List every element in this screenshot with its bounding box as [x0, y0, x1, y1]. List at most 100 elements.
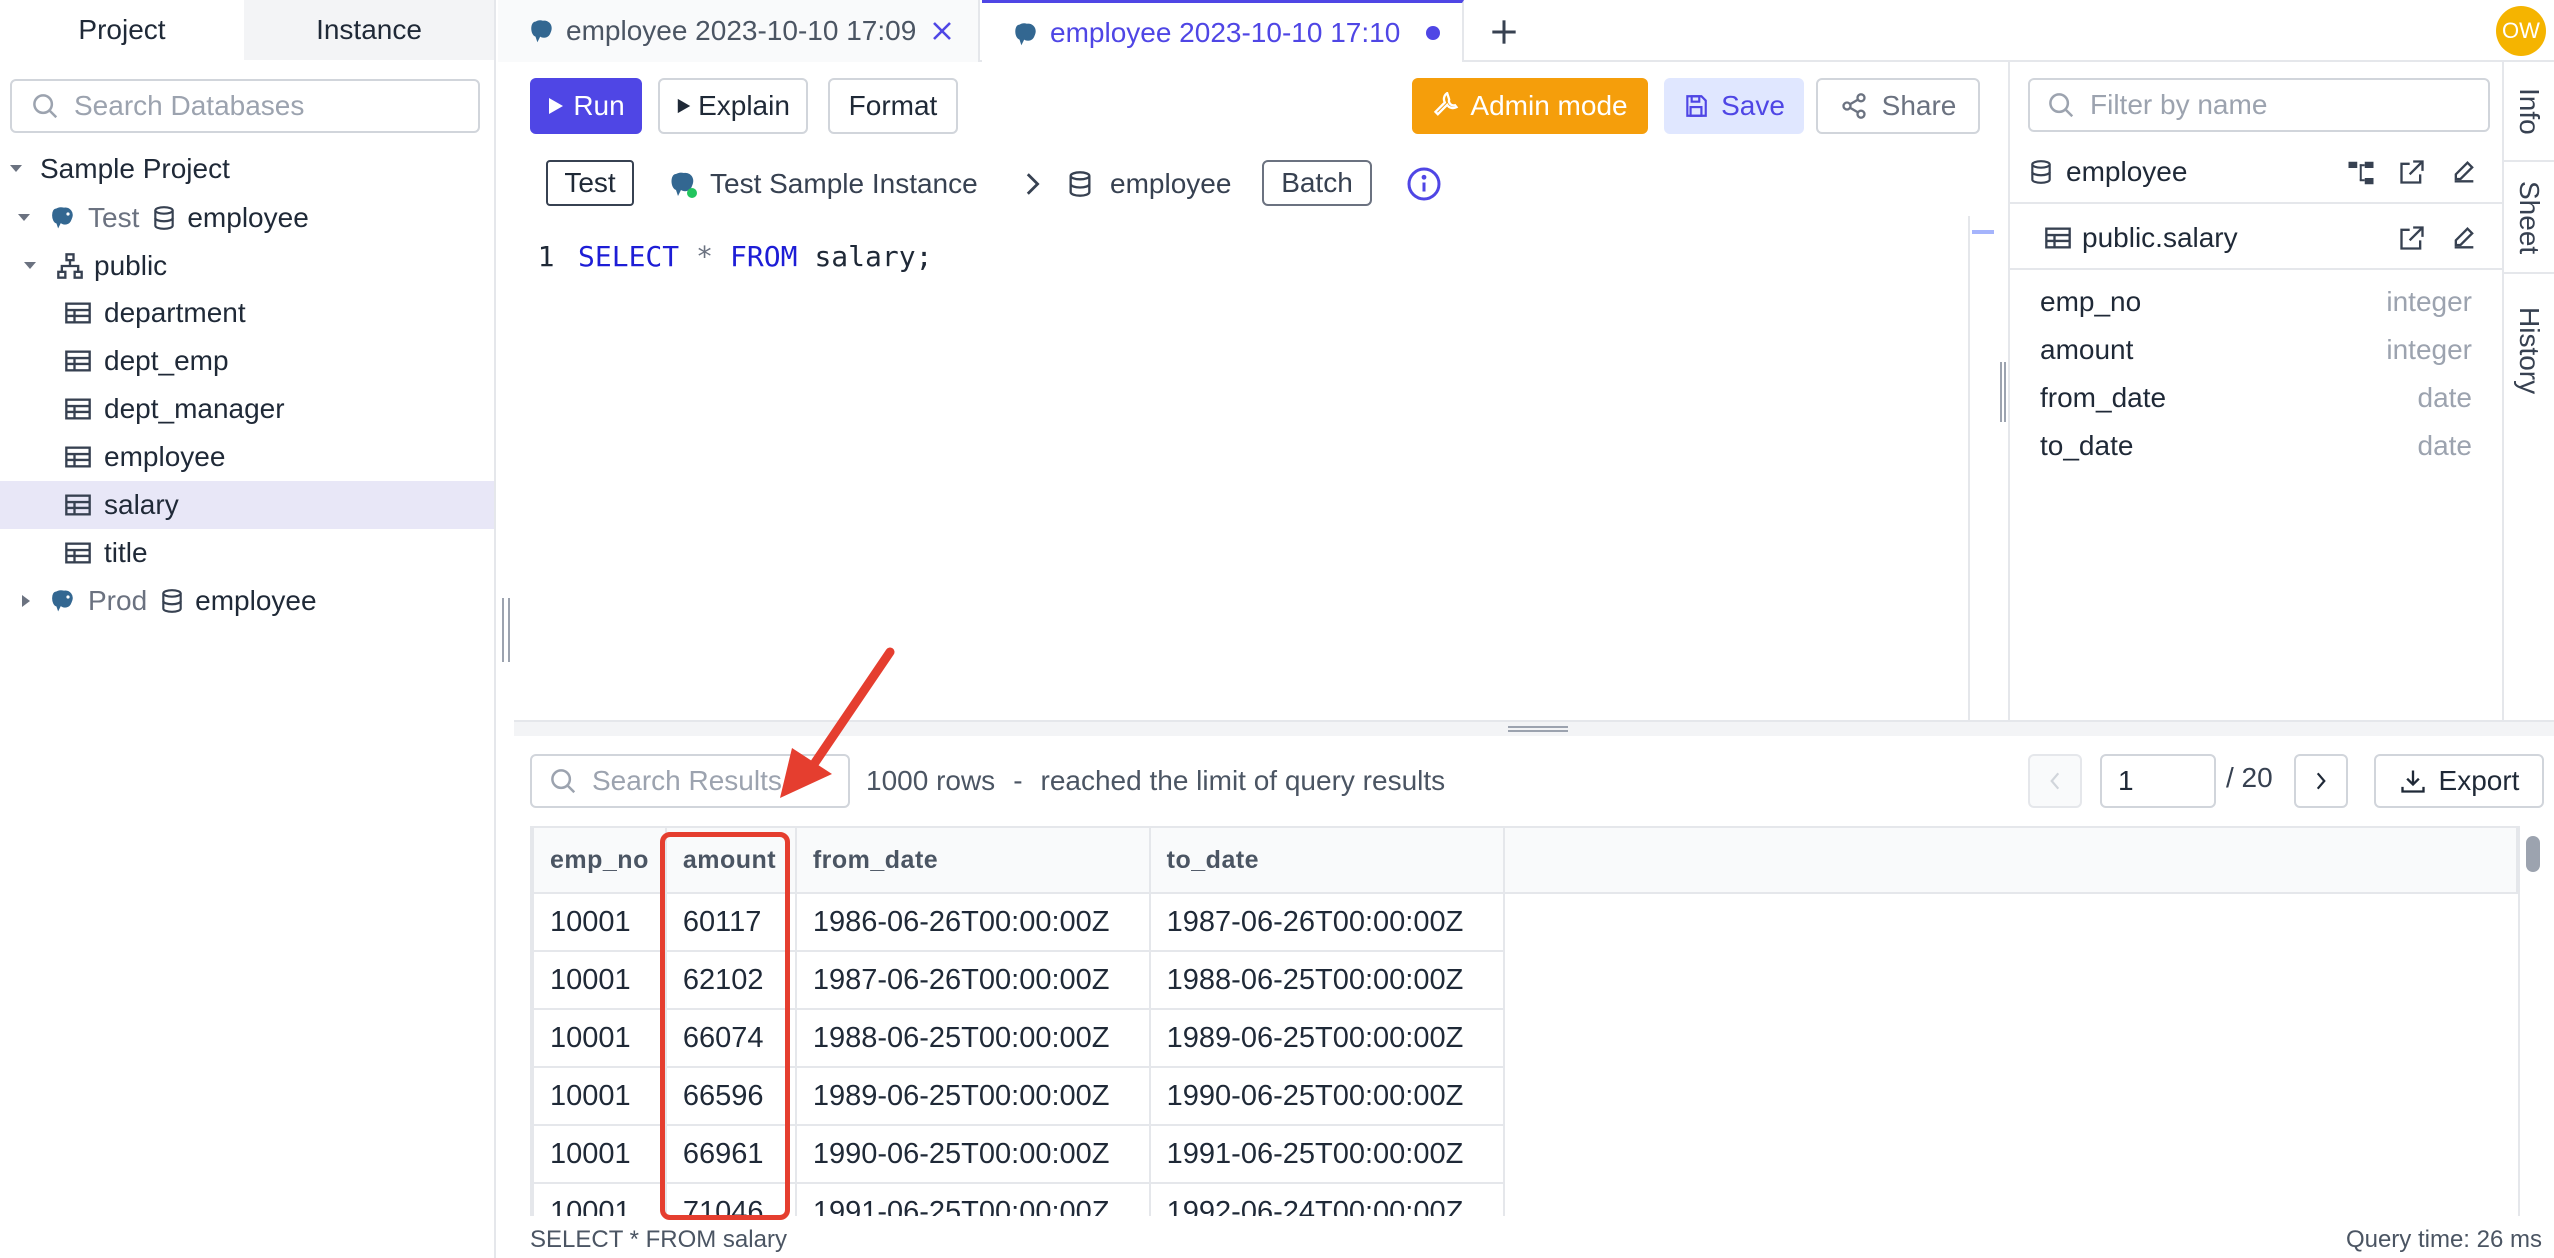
postgres-icon [668, 168, 700, 200]
format-button[interactable]: Format [828, 78, 958, 134]
tree-table-dept-emp[interactable]: dept_emp [0, 337, 494, 385]
table-cell[interactable]: 1989-06-25T00:00:00Z [1148, 1008, 1505, 1068]
database-breadcrumb[interactable]: employee [1066, 164, 1231, 204]
caret-right-icon[interactable] [18, 593, 40, 609]
table-row[interactable]: 10001 71046 1991-06-25T00:00:00Z 1992-06-24… [532, 1182, 2517, 1216]
table-cell[interactable]: 1989-06-25T00:00:00Z [794, 1066, 1151, 1126]
right-panel-resize-handle[interactable] [2000, 362, 2006, 422]
table-cell[interactable]: 60117 [664, 892, 797, 952]
tree-table-employee[interactable]: employee [0, 433, 494, 481]
query-tab-bar: employee 2023-10-10 17:09 employee 2023-… [498, 0, 2554, 62]
editor-line-1[interactable]: 1 SELECT * FROM salary; [514, 236, 933, 276]
schema-column-row[interactable]: emp_no integer [2040, 278, 2472, 326]
table-cell[interactable]: 1991-06-25T00:00:00Z [794, 1182, 1151, 1216]
prev-page-button[interactable] [2028, 754, 2082, 808]
batch-button[interactable]: Batch [1262, 160, 1372, 206]
caret-down-icon[interactable] [8, 161, 30, 177]
table-row[interactable]: 10001 62102 1987-06-26T00:00:00Z 1988-06-25… [532, 950, 2517, 1010]
new-tab-button[interactable] [1484, 12, 1524, 52]
run-button[interactable]: Run [530, 78, 642, 134]
side-tab-history[interactable]: History [2504, 276, 2554, 426]
table-cell[interactable]: 1986-06-26T00:00:00Z [794, 892, 1151, 952]
table-cell[interactable]: 1987-06-26T00:00:00Z [794, 950, 1151, 1010]
sidebar-resize-handle[interactable] [502, 598, 510, 662]
column-header-amount[interactable]: amount [664, 826, 797, 894]
next-page-button[interactable] [2294, 754, 2348, 808]
open-external-icon[interactable] [2398, 224, 2426, 252]
table-cell[interactable]: 10001 [532, 1182, 667, 1216]
search-databases-input[interactable] [74, 90, 454, 122]
schema-column-row[interactable]: amount integer [2040, 326, 2472, 374]
caret-down-icon[interactable] [22, 258, 44, 274]
table-cell[interactable]: 10001 [532, 1066, 667, 1126]
close-tab-icon[interactable] [930, 19, 954, 43]
page-number-input[interactable]: 1 [2100, 754, 2216, 808]
postgres-icon [48, 585, 80, 617]
table-row[interactable]: 10001 66961 1990-06-25T00:00:00Z 1991-06-25… [532, 1124, 2517, 1184]
table-cell[interactable]: 10001 [532, 1008, 667, 1068]
tree-project[interactable]: Sample Project [0, 145, 494, 193]
table-cell[interactable]: 66074 [664, 1008, 797, 1068]
table-cell[interactable]: 62102 [664, 950, 797, 1010]
sql-editor[interactable]: 1 SELECT * FROM salary; [514, 210, 1970, 720]
table-icon [64, 445, 92, 469]
export-button[interactable]: Export [2374, 754, 2544, 808]
results-scrollbar[interactable] [2518, 826, 2546, 1216]
table-cell[interactable]: 10001 [532, 1124, 667, 1184]
results-grid[interactable]: emp_no amount from_date to_date 10001 60117 1… [530, 826, 2518, 1216]
search-databases-field[interactable] [10, 79, 480, 133]
table-cell[interactable]: 10001 [532, 950, 667, 1010]
edit-icon[interactable] [2450, 224, 2478, 252]
table-cell[interactable]: 1990-06-25T00:00:00Z [794, 1124, 1151, 1184]
tab-project[interactable]: Project [0, 0, 244, 60]
table-cell[interactable]: 1987-06-26T00:00:00Z [1148, 892, 1505, 952]
side-tab-info[interactable]: Info [2504, 62, 2554, 162]
table-cell[interactable]: 71046 [664, 1182, 797, 1216]
search-icon [548, 766, 578, 796]
tree-table-department[interactable]: department [0, 289, 494, 337]
tree-table-title[interactable]: title [0, 529, 494, 577]
tree-table-dept-manager[interactable]: dept_manager [0, 385, 494, 433]
editor-results-splitter[interactable] [514, 720, 2554, 736]
table-cell[interactable]: 1988-06-25T00:00:00Z [1148, 950, 1505, 1010]
table-row[interactable]: 10001 66596 1989-06-25T00:00:00Z 1990-06-25… [532, 1066, 2517, 1126]
tree-test-employee[interactable]: Test employee [0, 194, 494, 242]
table-cell[interactable]: 1990-06-25T00:00:00Z [1148, 1066, 1505, 1126]
editor-scrollbar[interactable] [1968, 216, 1994, 721]
info-icon[interactable] [1406, 166, 1442, 202]
table-icon [2044, 226, 2072, 250]
table-cell[interactable]: 1992-06-24T00:00:00Z [1148, 1182, 1505, 1216]
table-row[interactable]: 10001 60117 1986-06-26T00:00:00Z 1987-06-26… [532, 892, 2517, 952]
search-results-field[interactable]: Search Results [530, 754, 850, 808]
query-tab-1[interactable]: employee 2023-10-10 17:09 [498, 0, 980, 62]
column-header-emp-no[interactable]: emp_no [532, 826, 667, 894]
filter-by-name-field[interactable]: Filter by name [2028, 78, 2490, 132]
table-cell[interactable]: 1988-06-25T00:00:00Z [794, 1008, 1151, 1068]
schema-column-row[interactable]: from_date date [2040, 374, 2472, 422]
tab-instance[interactable]: Instance [244, 0, 494, 60]
tree-schema-public[interactable]: public [0, 242, 494, 290]
table-cell[interactable]: 10001 [532, 892, 667, 952]
side-tab-sheet[interactable]: Sheet [2504, 164, 2554, 274]
caret-down-icon[interactable] [16, 210, 38, 226]
schema-column-row[interactable]: to_date date [2040, 422, 2472, 470]
schema-diagram-icon[interactable] [2346, 158, 2376, 188]
edit-icon[interactable] [2450, 158, 2478, 186]
table-row[interactable]: 10001 66074 1988-06-25T00:00:00Z 1989-06-25… [532, 1008, 2517, 1068]
query-tab-2[interactable]: employee 2023-10-10 17:10 [982, 0, 1464, 62]
status-query-time: Query time: 26 ms [2345, 1226, 2542, 1253]
admin-mode-button[interactable]: Admin mode [1412, 78, 1648, 134]
column-header-to-date[interactable]: to_date [1148, 826, 1505, 894]
table-cell[interactable]: 66961 [664, 1124, 797, 1184]
instance-breadcrumb[interactable]: Test Sample Instance [668, 164, 978, 204]
tree-table-salary[interactable]: salary [0, 481, 494, 529]
user-avatar[interactable]: OW [2496, 6, 2546, 56]
column-header-from-date[interactable]: from_date [794, 826, 1151, 894]
open-external-icon[interactable] [2398, 158, 2426, 186]
tree-prod-employee[interactable]: Prod employee [0, 577, 494, 625]
table-cell[interactable]: 1991-06-25T00:00:00Z [1148, 1124, 1505, 1184]
table-cell[interactable]: 66596 [664, 1066, 797, 1126]
share-button[interactable]: Share [1816, 78, 1980, 134]
explain-button[interactable]: Explain [658, 78, 808, 134]
save-button[interactable]: Save [1664, 78, 1804, 134]
